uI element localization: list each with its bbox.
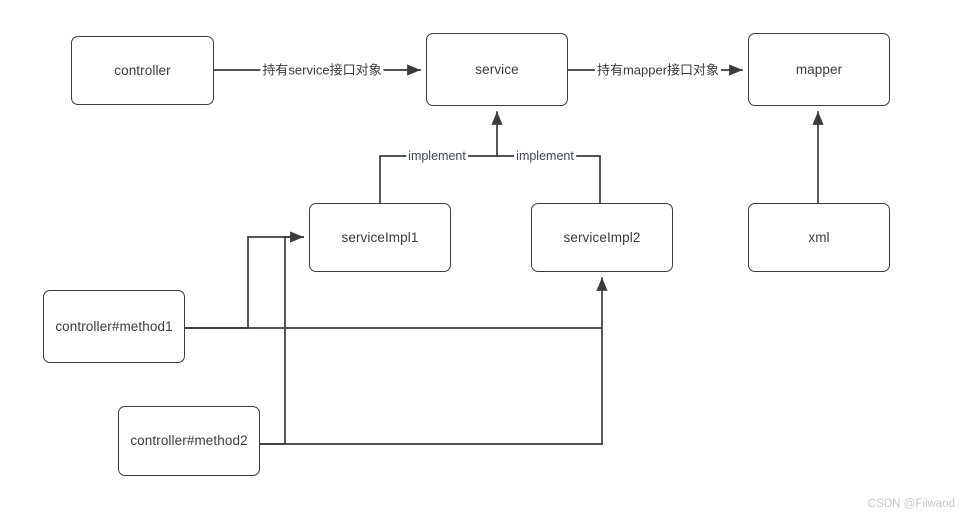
connector-impl1-implement (379, 155, 498, 204)
edge-label-impl1-implement: implement (406, 148, 468, 163)
node-mapper[interactable]: mapper (748, 33, 890, 106)
node-controller-method2[interactable]: controller#method2 (118, 406, 260, 476)
edge-label-service-to-mapper: 持有mapper接口对象 (594, 62, 722, 78)
node-label-service: service (475, 61, 519, 77)
connector-method2-to-impl1 (258, 236, 304, 445)
diagram-canvas: controller service mapper serviceImpl1 s… (0, 0, 967, 518)
node-label-controller-method2: controller#method2 (130, 433, 248, 449)
node-controller-method1[interactable]: controller#method1 (43, 290, 185, 363)
node-xml[interactable]: xml (748, 203, 890, 272)
edge-label-impl2-implement: implement (514, 148, 576, 163)
node-service-impl2[interactable]: serviceImpl2 (531, 203, 673, 272)
edge-label-controller-to-service: 持有service接口对象 (260, 62, 384, 78)
node-label-service-impl2: serviceImpl2 (563, 229, 641, 245)
node-label-mapper: mapper (795, 61, 843, 77)
node-label-controller: controller (114, 62, 171, 78)
node-label-xml: xml (808, 229, 830, 245)
node-label-controller-method1: controller#method1 (55, 318, 173, 334)
watermark: CSDN @Filwaod (867, 498, 955, 510)
node-service[interactable]: service (426, 33, 568, 106)
node-service-impl1[interactable]: serviceImpl1 (309, 203, 451, 272)
connector-impl2-implement (496, 155, 601, 204)
node-label-service-impl1: serviceImpl1 (341, 229, 419, 245)
node-controller[interactable]: controller (71, 36, 214, 105)
